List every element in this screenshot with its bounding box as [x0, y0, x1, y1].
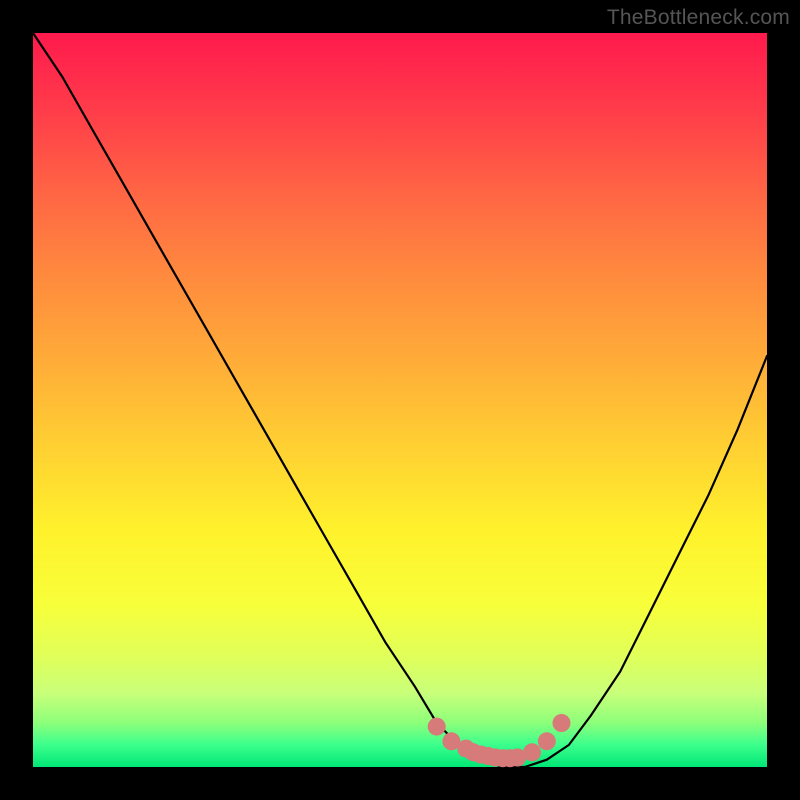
plot-area — [33, 33, 767, 767]
bottleneck-curve — [33, 33, 767, 767]
optimum-marker — [428, 718, 446, 736]
watermark-text: TheBottleneck.com — [607, 6, 790, 30]
chart-frame: TheBottleneck.com — [0, 0, 800, 800]
optimum-marker — [538, 732, 556, 750]
optimum-marker — [523, 743, 541, 761]
curve-svg — [33, 33, 767, 767]
optimum-marker — [553, 714, 571, 732]
